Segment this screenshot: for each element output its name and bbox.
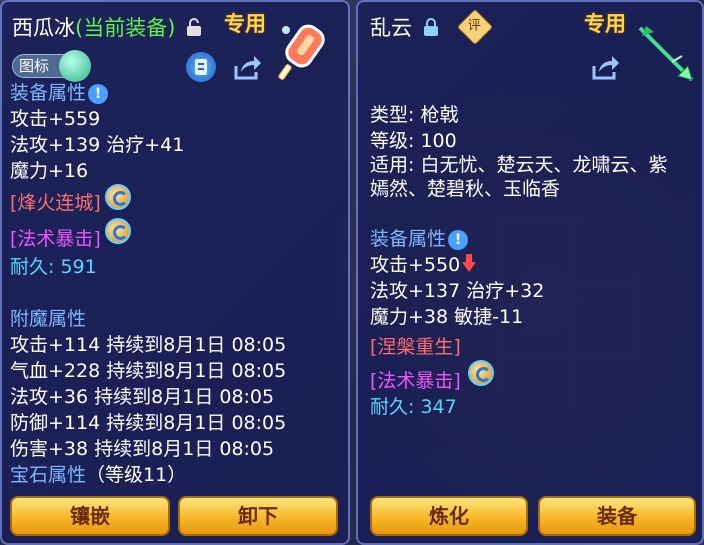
stat-attack: 攻击+550 [370,254,461,276]
stat-line: 魔力+16 [10,160,89,182]
equipment-attributes-label: 装备属性 [10,82,87,104]
info-icon[interactable]: ! [88,83,109,104]
skill-fire-city[interactable]: [烽火连城] [10,188,101,215]
skill-magic-crit[interactable]: [法术暴击] [10,224,101,251]
enchant-attributes-header: 附魔属性 [10,308,87,330]
applies-line: 适用: 白无忧、楚云天、龙啸云、紫 [370,154,668,176]
equipped-tag: (当前装备) [75,16,176,40]
enchant-line: 气血+228 持续到8月1日 08:05 [10,360,287,382]
refine-button[interactable]: 炼化 [370,496,528,536]
durability: 耐久: 591 [10,252,97,279]
unlock-icon[interactable] [186,17,202,41]
enchant-line: 攻击+114 持续到8月1日 08:05 [10,334,287,356]
decrease-arrow-icon [462,254,477,277]
equipment-attributes-header: 装备属性! [370,224,469,251]
equipment-attributes-header: 装备属性! [10,78,109,105]
skill-refresh-icon[interactable] [105,184,131,210]
durability-value: 591 [60,256,97,278]
durability: 耐久: 347 [370,392,457,419]
enchant-line: 防御+114 持续到8月1日 08:05 [10,412,287,434]
scroll-icon[interactable] [186,52,216,82]
info-icon[interactable]: ! [448,229,469,250]
item-title: 西瓜冰(当前装备) [12,12,202,42]
item-title: 乱云 [370,12,439,42]
icon-toggle-label: 图标 [19,57,50,75]
unequip-button[interactable]: 卸下 [178,496,338,536]
share-icon[interactable] [232,52,262,82]
stat-line: 攻击+559 [10,108,101,130]
equipment-attributes-label: 装备属性 [370,228,447,250]
compare-equipment-panel: 乱云 评 专用 类型: 枪戟 等级: 100 适用: 白无忧、楚云天、龙啸云、紫… [356,0,704,545]
stat-line: 法攻+137 治疗+32 [370,280,545,302]
skill-refresh-icon[interactable] [105,218,131,244]
item-name: 西瓜冰 [12,16,75,40]
enchant-line: 法攻+36 持续到8月1日 08:05 [10,386,275,408]
equip-button[interactable]: 装备 [538,496,696,536]
lock-icon[interactable] [423,17,439,41]
enchant-line: 伤害+38 持续到8月1日 08:05 [10,438,275,460]
skill-nirvana-rebirth[interactable]: [涅槃重生] [370,332,461,359]
special-label: 专用 [584,12,626,36]
current-equipment-panel: 西瓜冰(当前装备) 专用 图标 装备属性! 攻击+559 法攻+139 治疗+4… [0,0,350,545]
stat-line: 法攻+139 治疗+41 [10,134,185,156]
special-label: 专用 [224,12,266,36]
durability-value: 347 [420,396,457,418]
rating-badge-label: 评 [467,18,481,34]
skill-refresh-icon[interactable] [468,360,494,386]
icon-toggle[interactable]: 图标 [12,50,91,82]
rating-badge-icon[interactable]: 评 [456,8,494,46]
item-name: 乱云 [370,16,412,40]
gem-attributes-label: 宝石属性 [10,464,87,486]
applies-line: 嫣然、楚碧秋、玉临香 [370,178,561,200]
popsicle-weapon-icon [274,22,334,88]
inlay-button[interactable]: 镶嵌 [10,496,170,536]
gem-attributes-header: 宝石属性（等级11） [10,460,186,487]
durability-label: 耐久: [370,396,415,418]
share-icon[interactable] [590,52,620,82]
durability-label: 耐久: [10,256,55,278]
spear-weapon-icon [634,22,700,92]
stat-line: 攻击+550 [370,250,477,277]
gem-level: （等级11） [86,464,187,486]
type-line: 类型: 枪戟 [370,104,459,126]
level-line: 等级: 100 [370,130,457,152]
skill-magic-crit[interactable]: [法术暴击] [370,366,461,393]
stat-line: 魔力+38 敏捷-11 [370,306,524,328]
